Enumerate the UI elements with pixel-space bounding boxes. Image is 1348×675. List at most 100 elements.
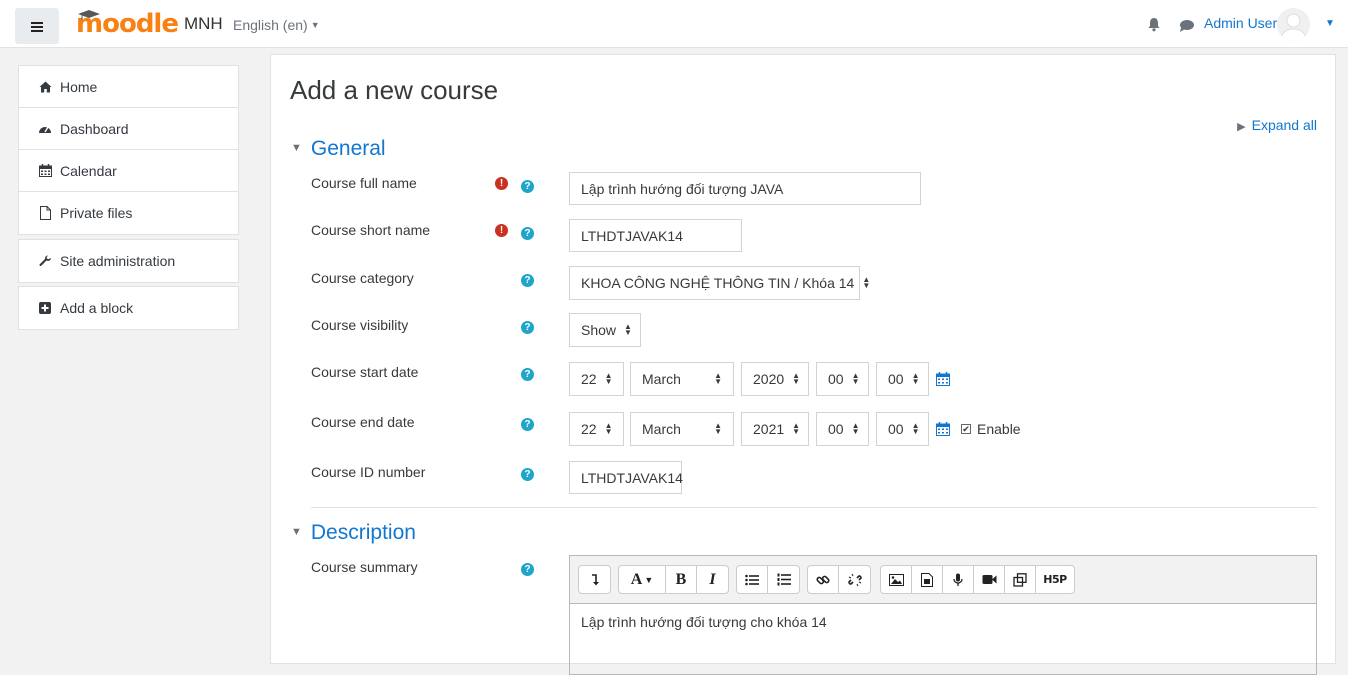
select-arrows-icon: ▲ ▼ xyxy=(792,421,801,436)
start-year-select[interactable]: 2020 ▲ ▼ xyxy=(741,362,809,396)
user-menu-caret-icon[interactable]: ▼ xyxy=(1325,18,1335,29)
section-general-toggle[interactable]: ▼ General xyxy=(291,137,386,161)
help-icon[interactable]: ? xyxy=(521,180,534,193)
add-block-item[interactable]: Add a block xyxy=(19,287,238,329)
main-region: Add a new course ▶ Expand all ▼ General Co… xyxy=(270,54,1336,675)
summary-editor-content[interactable]: Lập trình hướng đối tượng cho khóa 14 xyxy=(570,604,1316,640)
end-minute-value: 00 xyxy=(888,421,904,437)
select-arrows-icon: ▲ ▼ xyxy=(851,421,860,436)
end-minute-select[interactable]: 00 ▲ ▼ xyxy=(876,412,929,446)
select-arrows-icon: ▲ ▼ xyxy=(911,371,920,386)
end-month-select[interactable]: March ▲ ▼ xyxy=(630,412,734,446)
manage-files-icon xyxy=(1013,572,1027,587)
sidebar-item-site-administration[interactable]: Site administration xyxy=(19,240,238,282)
manage-files-button[interactable] xyxy=(1005,566,1036,593)
shortname-label: Course short name xyxy=(311,222,431,238)
page-title: Add a new course xyxy=(290,75,499,105)
nav-drawer: Home Dashboard Calendar Private files Si… xyxy=(0,48,257,652)
select-arrows-icon: ▲ ▼ xyxy=(792,371,801,386)
unordered-list-icon xyxy=(745,574,759,585)
section-general-heading: General xyxy=(310,137,386,160)
bell-icon[interactable] xyxy=(1147,17,1161,32)
startdate-label: Course start date xyxy=(311,364,419,380)
fullname-label: Course full name xyxy=(311,175,417,191)
end-day-value: 22 xyxy=(581,421,597,437)
sidebar-item-label: Home xyxy=(60,78,98,95)
user-menu-name[interactable]: Admin User xyxy=(1204,15,1277,31)
editor-toolbar: A ▼ B I H5P xyxy=(570,556,1316,604)
expand-all-link[interactable]: ▶ Expand all xyxy=(1237,117,1317,133)
start-hour-value: 00 xyxy=(828,371,844,387)
start-month-select[interactable]: March ▲ ▼ xyxy=(630,362,734,396)
section-description-toggle[interactable]: ▼ Description xyxy=(291,521,416,545)
collapse-icon xyxy=(591,573,599,585)
end-month-value: March xyxy=(642,421,681,437)
ordered-list-button[interactable] xyxy=(768,566,799,593)
start-minute-select[interactable]: 00 ▲ ▼ xyxy=(876,362,929,396)
start-month-value: March xyxy=(642,371,681,387)
required-icon: ! xyxy=(495,177,508,190)
section-divider xyxy=(311,507,1317,508)
help-icon[interactable]: ? xyxy=(521,227,534,240)
end-hour-select[interactable]: 00 ▲ ▼ xyxy=(816,412,869,446)
visibility-select[interactable]: Show ▲ ▼ xyxy=(569,313,641,347)
enable-checkbox[interactable]: ✔ xyxy=(961,424,971,434)
category-select-value: KHOA CÔNG NGHỆ THÔNG TIN / Khóa 14 xyxy=(581,275,855,291)
video-camera-icon xyxy=(982,575,996,584)
start-day-select[interactable]: 22 ▲ ▼ xyxy=(569,362,624,396)
category-select[interactable]: KHOA CÔNG NGHỆ THÔNG TIN / Khóa 14 ▲ ▼ xyxy=(569,266,870,300)
insert-image-button[interactable] xyxy=(881,566,912,593)
enable-label: Enable xyxy=(977,421,1021,437)
unordered-list-button[interactable] xyxy=(737,566,768,593)
select-arrows-icon: ▲ ▼ xyxy=(604,421,613,436)
user-avatar[interactable] xyxy=(1277,8,1310,41)
sidebar-item-label: Add a block xyxy=(60,300,134,316)
required-icon: ! xyxy=(495,224,508,237)
help-icon[interactable]: ? xyxy=(521,418,534,431)
help-icon[interactable]: ? xyxy=(521,563,534,576)
unlink-icon xyxy=(847,573,862,586)
end-year-select[interactable]: 2021 ▲ ▼ xyxy=(741,412,809,446)
italic-button[interactable]: I xyxy=(697,566,728,593)
calendar-icon[interactable] xyxy=(936,372,950,386)
sidebar-item-dashboard[interactable]: Dashboard xyxy=(19,108,238,150)
dashboard-icon xyxy=(38,122,52,136)
end-day-select[interactable]: 22 ▲ ▼ xyxy=(569,412,624,446)
link-button[interactable] xyxy=(808,566,839,593)
unlink-button[interactable] xyxy=(839,566,870,593)
select-arrows-icon: ▲ ▼ xyxy=(862,275,871,290)
site-brand[interactable]: moodle MNH xyxy=(76,10,223,38)
drawer-toggle-button[interactable] xyxy=(15,8,59,44)
help-icon[interactable]: ? xyxy=(521,321,534,334)
help-icon[interactable]: ? xyxy=(521,468,534,481)
graduation-cap-icon xyxy=(78,10,100,20)
sidebar-item-home[interactable]: Home xyxy=(19,66,238,108)
end-date-enable[interactable]: ✔ Enable xyxy=(961,421,1021,437)
record-video-button[interactable] xyxy=(974,566,1005,593)
microphone-icon xyxy=(953,573,963,586)
help-icon[interactable]: ? xyxy=(521,274,534,287)
fullname-input[interactable]: Lập trình hướng đối tượng JAVA xyxy=(569,172,921,205)
file-icon xyxy=(38,206,52,220)
idnumber-input[interactable]: LTHDTJAVAK14 xyxy=(569,461,683,494)
h5p-button[interactable]: H5P xyxy=(1036,566,1074,593)
sidebar-item-private-files[interactable]: Private files xyxy=(19,192,238,234)
home-icon xyxy=(38,80,52,94)
select-arrows-icon: ▲ ▼ xyxy=(851,371,860,386)
start-day-value: 22 xyxy=(581,371,597,387)
record-audio-button[interactable] xyxy=(943,566,974,593)
insert-media-button[interactable] xyxy=(912,566,943,593)
language-menu[interactable]: English (en) ▼ xyxy=(233,17,320,33)
help-icon[interactable]: ? xyxy=(521,368,534,381)
shortname-input[interactable]: LTHDTJAVAK14 xyxy=(569,219,742,252)
collapse-toolbar-button[interactable] xyxy=(579,566,610,593)
bold-button[interactable]: B xyxy=(666,566,697,593)
font-style-button[interactable]: A ▼ xyxy=(619,566,666,593)
start-year-value: 2020 xyxy=(753,371,785,387)
h5p-icon: H5P xyxy=(1043,573,1067,586)
start-hour-select[interactable]: 00 ▲ ▼ xyxy=(816,362,869,396)
site-name: MNH xyxy=(183,14,223,33)
chat-icon[interactable] xyxy=(1179,19,1195,32)
sidebar-item-calendar[interactable]: Calendar xyxy=(19,150,238,192)
calendar-icon[interactable] xyxy=(936,422,950,436)
